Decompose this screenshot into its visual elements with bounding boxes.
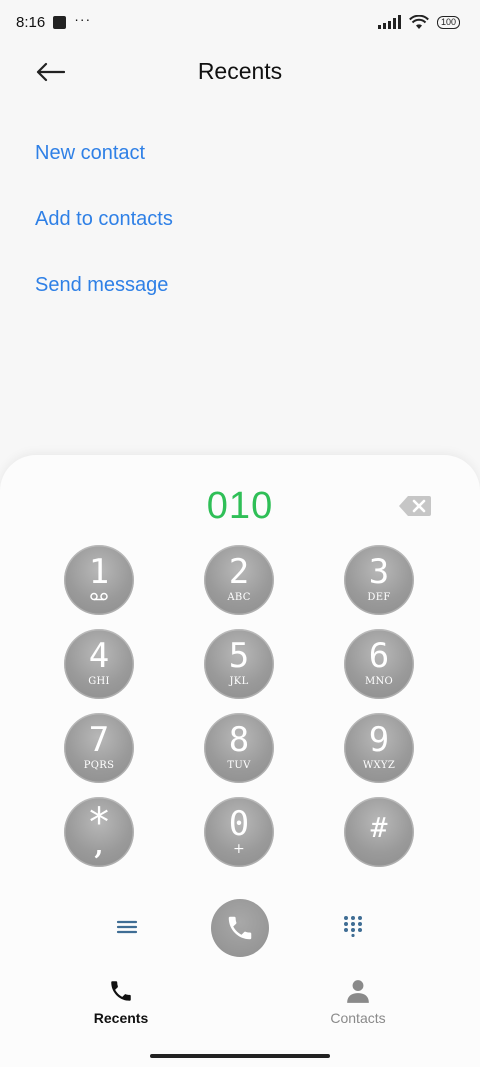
key-letters: , (94, 831, 104, 861)
status-bar: 8:16 ··· 100 (0, 0, 480, 44)
phone-icon (228, 916, 252, 940)
header: Recents (0, 44, 480, 100)
call-row (0, 899, 480, 959)
key-digit: 5 (228, 636, 250, 676)
keypad: 1 2 ABC 3 DEF 4 GHI 5 JKL 6 MNO 7 PQRS 8… (64, 545, 416, 867)
nav-tab-contacts[interactable]: Contacts (298, 978, 418, 1026)
status-time: 8:16 (16, 13, 46, 31)
new-contact-link[interactable]: New contact (35, 138, 173, 204)
signal-icon (377, 15, 401, 29)
battery-icon: 100 (436, 15, 460, 29)
key-star[interactable]: * , (64, 797, 134, 867)
key-9[interactable]: 9 WXYZ (344, 713, 414, 783)
key-digit: 6 (368, 636, 390, 676)
dialpad-icon (344, 916, 362, 938)
add-to-contacts-link[interactable]: Add to contacts (35, 204, 173, 270)
key-digit: 3 (368, 552, 390, 592)
page-title: Recents (197, 58, 283, 84)
key-letters: GHI (88, 676, 110, 687)
voicemail-icon (90, 592, 108, 601)
nav-tab-recents[interactable]: Recents (61, 978, 181, 1026)
key-letters: JKL (229, 676, 249, 687)
key-2[interactable]: 2 ABC (204, 545, 274, 615)
key-0[interactable]: 0 + (204, 797, 274, 867)
key-letters: DEF (367, 592, 391, 603)
key-digit: 7 (88, 720, 110, 760)
number-actions: New contact Add to contacts Send message (35, 138, 173, 336)
key-digit: 9 (368, 720, 390, 760)
key-letters: MNO (364, 676, 394, 687)
nav-label-recents: Recents (93, 1010, 149, 1026)
dial-sheet: 010 1 2 ABC 3 DEF 4 GHI 5 JKL 6 MNO 7 PQ… (0, 455, 480, 1067)
key-letters: PQRS (83, 760, 115, 771)
bottom-nav: Recents Contacts (0, 978, 480, 1038)
phone-icon (111, 981, 131, 1001)
key-digit: # (370, 811, 388, 844)
key-letters: ABC (227, 592, 251, 603)
dialpad-toggle-button[interactable] (343, 915, 363, 938)
notification-square-icon (53, 15, 67, 29)
key-letters: + (232, 841, 246, 857)
key-7[interactable]: 7 PQRS (64, 713, 134, 783)
wifi-icon (409, 14, 429, 29)
key-1[interactable]: 1 (64, 545, 134, 615)
key-digit: 4 (88, 636, 110, 676)
status-right: 100 (377, 14, 460, 30)
menu-icon (116, 920, 138, 934)
home-indicator[interactable] (150, 1054, 330, 1058)
key-hash[interactable]: # (344, 797, 414, 867)
key-digit: 2 (228, 552, 250, 592)
key-5[interactable]: 5 JKL (204, 629, 274, 699)
status-left: 8:16 ··· (16, 11, 92, 31)
backspace-button[interactable] (398, 495, 432, 517)
person-icon (347, 980, 369, 1003)
key-3[interactable]: 3 DEF (344, 545, 414, 615)
battery-level: 100 (440, 17, 456, 27)
call-button[interactable] (211, 899, 269, 957)
menu-button[interactable] (116, 917, 138, 937)
key-letters: WXYZ (362, 760, 396, 771)
key-4[interactable]: 4 GHI (64, 629, 134, 699)
key-digit: 0 (228, 804, 250, 844)
key-letters: TUV (227, 760, 251, 771)
backspace-icon (399, 496, 431, 516)
key-8[interactable]: 8 TUV (204, 713, 274, 783)
more-notifications-icon: ··· (74, 11, 92, 27)
send-message-link[interactable]: Send message (35, 270, 173, 336)
key-digit: 8 (228, 720, 250, 760)
key-digit: 1 (88, 552, 110, 592)
key-6[interactable]: 6 MNO (344, 629, 414, 699)
nav-label-contacts: Contacts (330, 1010, 386, 1026)
